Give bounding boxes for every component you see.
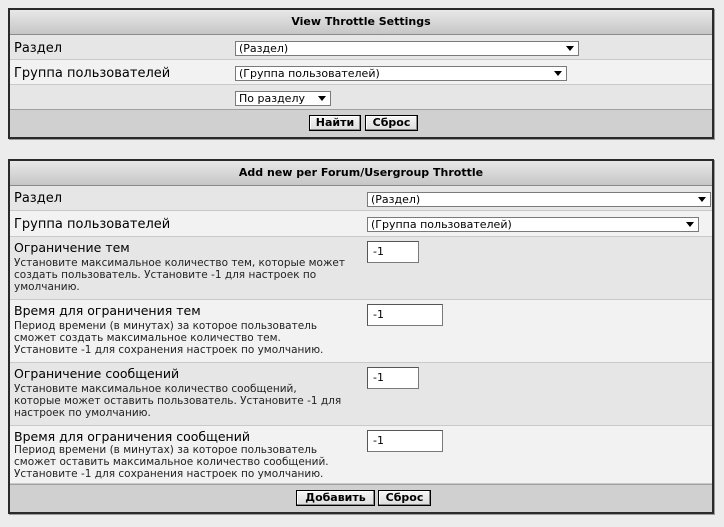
- usergroup-row: Группа пользователей (Группа пользовател…: [10, 60, 712, 85]
- chevron-down-icon: [318, 96, 326, 101]
- thread-limit-row: Ограничение тем Установите максимальное …: [10, 237, 712, 300]
- post-period-desc: Период времени (в минутах) за которое по…: [14, 444, 318, 456]
- post-period-title: Время для ограничения сообщений: [14, 429, 250, 444]
- forum-select[interactable]: (Раздел): [367, 192, 711, 207]
- post-period-desc: сможет оставить максимальное количество …: [14, 456, 329, 468]
- sort-select[interactable]: По разделу: [235, 91, 331, 106]
- reset-button[interactable]: Сброс: [365, 115, 418, 131]
- usergroup-label: Группа пользователей: [14, 217, 171, 232]
- post-limit-desc: настроек по умолчанию.: [14, 407, 151, 419]
- usergroup-select[interactable]: (Группа пользователей): [367, 217, 699, 232]
- thread-period-title: Время для ограничения тем: [14, 303, 201, 318]
- forum-row: Раздел (Раздел): [10, 35, 712, 60]
- chevron-down-icon: [566, 46, 574, 51]
- chevron-down-icon: [554, 71, 562, 76]
- panel-footer: Добавить Сброс: [10, 484, 712, 512]
- forum-row: Раздел (Раздел): [10, 186, 712, 211]
- post-limit-desc: которые может оставить пользователь. Уст…: [14, 395, 342, 407]
- post-limit-title: Ограничение сообщений: [14, 366, 180, 381]
- usergroup-select-value: (Группа пользователей): [371, 218, 512, 231]
- post-period-desc: Установите -1 для сохранения настроек по…: [14, 468, 324, 480]
- forum-label: Раздел: [14, 191, 63, 206]
- usergroup-label: Группа пользователей: [14, 66, 171, 81]
- thread-period-row: Время для ограничения тем Период времени…: [10, 300, 712, 363]
- panel-title: View Throttle Settings: [10, 10, 712, 35]
- forum-label: Раздел: [14, 41, 63, 56]
- forum-select-value: (Раздел): [371, 193, 421, 206]
- reset-button[interactable]: Сброс: [378, 490, 431, 506]
- thread-limit-desc: создать пользователь. Установите -1 для …: [14, 269, 317, 281]
- post-period-row: Время для ограничения сообщений Период в…: [10, 426, 712, 484]
- thread-period-desc: сможет создать максимальное количество т…: [14, 332, 281, 344]
- sort-row: По разделу: [10, 85, 712, 111]
- sort-select-value: По разделу: [239, 92, 305, 105]
- thread-period-desc: Период времени (в минутах) за которое по…: [14, 320, 318, 332]
- chevron-down-icon: [686, 222, 694, 227]
- forum-select-value: (Раздел): [239, 42, 289, 55]
- post-period-input[interactable]: -1: [367, 430, 443, 452]
- thread-limit-desc: умолчанию.: [14, 281, 80, 293]
- post-limit-row: Ограничение сообщений Установите максима…: [10, 363, 712, 426]
- find-button[interactable]: Найти: [309, 115, 361, 131]
- add-throttle-panel: Add new per Forum/Usergroup Throttle Раз…: [8, 159, 714, 514]
- chevron-down-icon: [698, 197, 706, 202]
- panel-title: Add new per Forum/Usergroup Throttle: [10, 161, 712, 186]
- forum-select[interactable]: (Раздел): [235, 41, 579, 56]
- post-limit-input[interactable]: -1: [367, 367, 419, 389]
- usergroup-select[interactable]: (Группа пользователей): [235, 66, 567, 81]
- post-limit-desc: Установите максимальное количество сообщ…: [14, 383, 297, 395]
- usergroup-select-value: (Группа пользователей): [239, 67, 380, 80]
- add-button[interactable]: Добавить: [296, 490, 375, 506]
- thread-limit-title: Ограничение тем: [14, 240, 130, 255]
- thread-period-input[interactable]: -1: [367, 304, 443, 326]
- thread-period-desc: Установите -1 для сохранения настроек по…: [14, 344, 324, 356]
- thread-limit-input[interactable]: -1: [367, 241, 419, 263]
- usergroup-row: Группа пользователей (Группа пользовател…: [10, 211, 712, 237]
- view-throttle-panel: View Throttle Settings Раздел (Раздел) Г…: [8, 8, 714, 139]
- panel-footer: Найти Сброс: [10, 109, 712, 137]
- thread-limit-desc: Установите максимальное количество тем, …: [14, 257, 345, 269]
